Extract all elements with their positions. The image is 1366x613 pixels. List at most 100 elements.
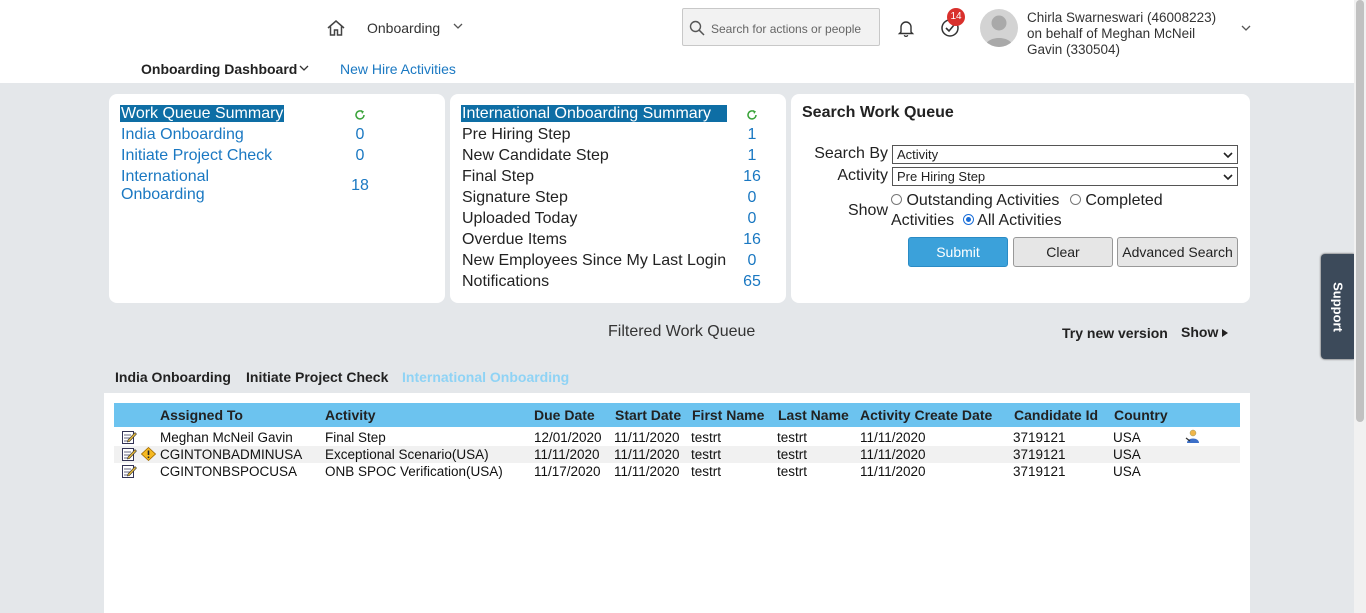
cell-activity: Final Step — [325, 430, 386, 445]
search-input[interactable] — [709, 18, 879, 40]
wq-initiate-project-check-count[interactable]: 0 — [340, 147, 380, 165]
col-first-name[interactable]: First Name — [692, 407, 764, 423]
activity-select[interactable]: Pre Hiring Step — [892, 167, 1238, 186]
chevron-down-icon[interactable] — [1240, 22, 1252, 34]
user-info[interactable]: Chirla Swarneswari (46008223) on behalf … — [1027, 10, 1237, 58]
person-icon[interactable] — [1185, 429, 1200, 443]
col-activity-create-date[interactable]: Activity Create Date — [860, 407, 992, 423]
cell-start: 11/11/2020 — [614, 447, 680, 462]
edit-icon[interactable] — [122, 430, 137, 444]
submit-button[interactable]: Submit — [908, 237, 1008, 267]
is-label-new-candidate: New Candidate Step — [462, 147, 609, 164]
is-label-notifications: Notifications — [462, 273, 550, 290]
activity-value: Pre Hiring Step — [897, 169, 986, 184]
cell-assigned: CGINTONBSPOCUSA — [160, 464, 298, 479]
is-count-new-candidate[interactable]: 1 — [732, 147, 772, 165]
support-label: Support — [1330, 281, 1345, 332]
cell-start: 11/11/2020 — [614, 430, 680, 445]
support-tab[interactable]: Support — [1321, 254, 1354, 359]
activity-label: Activity — [837, 167, 888, 184]
caret-right-icon[interactable] — [1221, 328, 1229, 338]
tab-international-onboarding[interactable]: International Onboarding — [402, 369, 569, 385]
clear-button[interactable]: Clear — [1013, 237, 1113, 267]
module-selector[interactable]: Onboarding — [367, 20, 440, 36]
home-icon[interactable] — [326, 18, 346, 38]
scrollbar-thumb[interactable] — [1356, 0, 1364, 422]
search-by-value: Activity — [897, 147, 939, 162]
bell-icon[interactable] — [896, 18, 916, 38]
radio-outstanding[interactable] — [891, 194, 902, 205]
edit-icon[interactable] — [122, 447, 137, 461]
col-assigned-to[interactable]: Assigned To — [160, 407, 243, 423]
nav-new-hire-activities[interactable]: New Hire Activities — [340, 61, 456, 77]
proxy-line: on behalf of Meghan McNeil — [1027, 26, 1196, 41]
col-activity[interactable]: Activity — [325, 407, 376, 423]
table-row[interactable]: CGINTONBADMINUSA Exceptional Scenario(US… — [114, 446, 1240, 463]
search-by-label: Search By — [814, 145, 888, 162]
page-scrollbar[interactable] — [1354, 0, 1366, 613]
cell-assigned: CGINTONBADMINUSA — [160, 447, 303, 462]
wq-initiate-project-check[interactable]: Initiate Project Check — [121, 147, 272, 165]
try-new-version-link[interactable]: Try new version — [1062, 325, 1168, 341]
col-due-date[interactable]: Due Date — [534, 407, 595, 423]
cell-candidate: 3719121 — [1013, 464, 1066, 479]
refresh-icon[interactable] — [746, 109, 758, 121]
is-count-notifications[interactable]: 65 — [732, 273, 772, 291]
table-row[interactable]: CGINTONBSPOCUSA ONB SPOC Verification(US… — [114, 463, 1240, 480]
tab-initiate-project-check[interactable]: Initiate Project Check — [246, 369, 388, 385]
cell-candidate: 3719121 — [1013, 430, 1066, 445]
cell-assigned: Meghan McNeil Gavin — [160, 430, 293, 445]
is-label-pre-hiring: Pre Hiring Step — [462, 126, 571, 143]
nav-onboarding-dashboard[interactable]: Onboarding Dashboard — [141, 61, 297, 77]
option-all-label[interactable]: All Activities — [977, 212, 1061, 229]
is-count-new-employees[interactable]: 0 — [732, 252, 772, 270]
avatar[interactable] — [980, 9, 1018, 47]
col-candidate-id[interactable]: Candidate Id — [1014, 407, 1098, 423]
is-count-uploaded-today[interactable]: 0 — [732, 210, 772, 228]
is-label-overdue: Overdue Items — [462, 231, 567, 248]
cell-created: 11/11/2020 — [860, 464, 926, 479]
is-label-signature: Signature Step — [462, 189, 568, 206]
option-outstanding-label[interactable]: Outstanding Activities — [906, 192, 1059, 209]
wq-international-onboarding[interactable]: International Onboarding — [121, 168, 209, 204]
radio-all-activities[interactable] — [962, 214, 974, 225]
tab-india-onboarding[interactable]: India Onboarding — [115, 369, 231, 385]
chevron-down-icon — [1223, 152, 1233, 159]
edit-icon[interactable] — [122, 464, 137, 478]
search-by-select[interactable]: Activity — [892, 145, 1238, 164]
international-summary-card: International Onboarding Summary Pre Hir… — [450, 94, 786, 303]
option-completed-label-2[interactable]: Activities — [891, 212, 954, 229]
user-name: Chirla Swarneswari (46008223) — [1027, 10, 1217, 25]
chevron-down-icon[interactable] — [298, 62, 310, 74]
wq-international-onboarding-line2: Onboarding — [121, 186, 205, 203]
is-count-signature[interactable]: 0 — [732, 189, 772, 207]
global-search[interactable] — [682, 8, 880, 46]
advanced-search-button[interactable]: Advanced Search — [1117, 237, 1238, 267]
cell-activity: ONB SPOC Verification(USA) — [325, 464, 503, 479]
is-count-pre-hiring[interactable]: 1 — [732, 126, 772, 144]
proxy-line-2: Gavin (330504) — [1027, 42, 1121, 57]
wq-india-onboarding[interactable]: India Onboarding — [121, 126, 244, 144]
show-label: Show — [847, 202, 888, 219]
search-icon — [689, 20, 705, 36]
radio-completed[interactable] — [1069, 194, 1081, 205]
cell-last: testrt — [777, 464, 808, 479]
col-last-name[interactable]: Last Name — [778, 407, 849, 423]
show-options: Outstanding Activities Completed Activit… — [891, 191, 1211, 231]
work-queue-table: Assigned To Activity Due Date Start Date… — [104, 393, 1250, 613]
col-start-date[interactable]: Start Date — [615, 407, 681, 423]
is-count-overdue[interactable]: 16 — [732, 231, 772, 249]
wq-india-onboarding-count[interactable]: 0 — [340, 126, 380, 144]
top-header: Onboarding 14 Chirla Swarneswari (460082… — [0, 0, 1354, 83]
is-count-final-step[interactable]: 16 — [732, 168, 772, 186]
table-row[interactable]: Meghan McNeil Gavin Final Step 12/01/202… — [114, 429, 1240, 446]
refresh-icon[interactable] — [354, 109, 366, 121]
todo-count-badge: 14 — [947, 8, 965, 26]
col-country[interactable]: Country — [1114, 407, 1168, 423]
show-link[interactable]: Show — [1181, 324, 1218, 340]
cell-activity: Exceptional Scenario(USA) — [325, 447, 489, 462]
cell-due: 12/01/2020 — [534, 430, 602, 445]
chevron-down-icon[interactable] — [452, 20, 464, 32]
wq-international-onboarding-count[interactable]: 18 — [340, 177, 380, 195]
option-completed-label[interactable]: Completed — [1085, 192, 1162, 209]
